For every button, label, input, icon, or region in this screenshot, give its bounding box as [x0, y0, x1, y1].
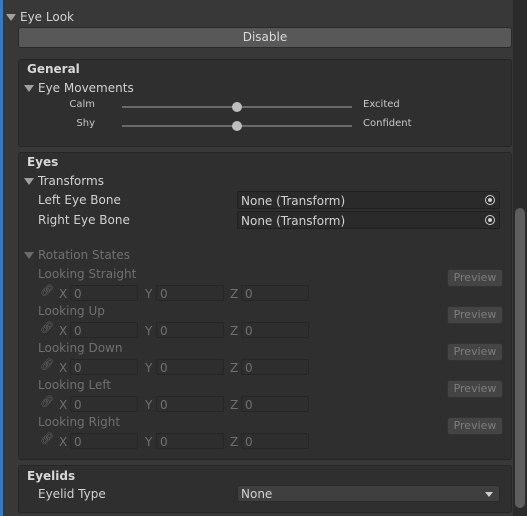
right-eye-bone-value: None (Transform) — [241, 214, 346, 228]
x-axis-label: X — [59, 324, 68, 338]
slider-max-label: Excited — [363, 99, 400, 110]
slider-knob[interactable] — [232, 121, 242, 131]
rotation-states-label: Rotation States — [38, 248, 131, 262]
left-eye-bone-value: None (Transform) — [241, 194, 346, 208]
link-icon[interactable]: 🔗︎ — [40, 432, 54, 445]
preview-button[interactable]: Preview — [447, 343, 503, 361]
x-axis-label: X — [59, 435, 68, 449]
left-eye-bone-field[interactable]: None (Transform) — [237, 191, 500, 209]
component-title: Eye Look — [20, 10, 74, 24]
eye-look-foldout[interactable]: Eye Look — [6, 8, 74, 26]
z-field[interactable]: 0 — [241, 322, 309, 338]
x-axis-label: X — [59, 287, 68, 301]
rotation-state-label: Looking Down — [38, 341, 123, 355]
slider-min-label: Shy — [76, 118, 95, 129]
object-picker-icon[interactable] — [485, 195, 495, 205]
eyelid-type-dropdown[interactable]: None — [237, 485, 500, 502]
general-section-title: General — [27, 62, 80, 76]
rotation-state-label: Looking Right — [38, 415, 121, 429]
z-field[interactable]: 0 — [241, 396, 309, 412]
left-eye-bone-label: Left Eye Bone — [38, 193, 121, 207]
z-axis-label: Z — [230, 287, 239, 301]
foldout-arrow-icon — [6, 13, 16, 21]
y-axis-label: Y — [145, 287, 153, 301]
y-field[interactable]: 0 — [156, 359, 224, 375]
disable-button[interactable]: Disable — [18, 27, 512, 48]
chevron-down-icon — [485, 492, 493, 497]
y-field[interactable]: 0 — [156, 285, 224, 301]
z-field[interactable]: 0 — [241, 285, 309, 301]
link-icon[interactable]: 🔗︎ — [40, 358, 54, 371]
link-icon[interactable]: 🔗︎ — [40, 321, 54, 334]
slider-min-label: Calm — [69, 99, 95, 110]
y-axis-label: Y — [145, 398, 153, 412]
transforms-label: Transforms — [38, 174, 104, 188]
preview-button[interactable]: Preview — [447, 417, 503, 435]
foldout-arrow-icon — [24, 84, 34, 92]
eyelid-type-label: Eyelid Type — [38, 487, 106, 501]
z-axis-label: Z — [230, 398, 239, 412]
eyelids-section-title: Eyelids — [27, 469, 76, 483]
calm-excited-slider[interactable]: Calm Excited — [9, 99, 501, 115]
y-axis-label: Y — [145, 324, 153, 338]
shy-confident-slider[interactable]: Shy Confident — [9, 118, 501, 134]
x-field[interactable]: 0 — [70, 322, 138, 338]
y-field[interactable]: 0 — [156, 396, 224, 412]
eye-movements-foldout[interactable]: Eye Movements — [24, 81, 134, 95]
preview-button[interactable]: Preview — [447, 269, 503, 287]
x-axis-label: X — [59, 398, 68, 412]
z-axis-label: Z — [230, 361, 239, 375]
right-eye-bone-field[interactable]: None (Transform) — [237, 211, 500, 229]
y-field[interactable]: 0 — [156, 322, 224, 338]
rotation-state-label: Looking Straight — [38, 267, 137, 281]
rotation-state-label: Looking Up — [38, 304, 105, 318]
slider-max-label: Confident — [363, 118, 412, 129]
y-axis-label: Y — [145, 361, 153, 375]
z-axis-label: Z — [230, 324, 239, 338]
right-eye-bone-label: Right Eye Bone — [38, 213, 130, 227]
scrollbar-thumb[interactable] — [515, 208, 525, 508]
x-field[interactable]: 0 — [70, 433, 138, 449]
x-field[interactable]: 0 — [70, 396, 138, 412]
scrollbar[interactable] — [513, 0, 527, 516]
slider-knob[interactable] — [232, 102, 242, 112]
rotation-state-label: Looking Left — [38, 378, 112, 392]
preview-button[interactable]: Preview — [447, 380, 503, 398]
eye-movements-label: Eye Movements — [38, 81, 134, 95]
link-icon[interactable]: 🔗︎ — [40, 395, 54, 408]
y-field[interactable]: 0 — [156, 433, 224, 449]
transforms-foldout[interactable]: Transforms — [24, 174, 104, 188]
z-field[interactable]: 0 — [241, 359, 309, 375]
rotation-states-foldout[interactable]: Rotation States — [24, 248, 130, 262]
foldout-arrow-icon — [24, 177, 34, 185]
selection-accent-bar — [0, 0, 3, 516]
x-field[interactable]: 0 — [70, 285, 138, 301]
z-field[interactable]: 0 — [241, 433, 309, 449]
eyes-section-title: Eyes — [27, 155, 59, 169]
link-icon[interactable]: 🔗︎ — [40, 284, 54, 297]
foldout-arrow-icon — [24, 251, 34, 259]
z-axis-label: Z — [230, 435, 239, 449]
object-picker-icon[interactable] — [485, 215, 495, 225]
y-axis-label: Y — [145, 435, 153, 449]
eyelid-type-value: None — [241, 487, 273, 501]
x-axis-label: X — [59, 361, 68, 375]
x-field[interactable]: 0 — [70, 359, 138, 375]
preview-button[interactable]: Preview — [447, 306, 503, 324]
